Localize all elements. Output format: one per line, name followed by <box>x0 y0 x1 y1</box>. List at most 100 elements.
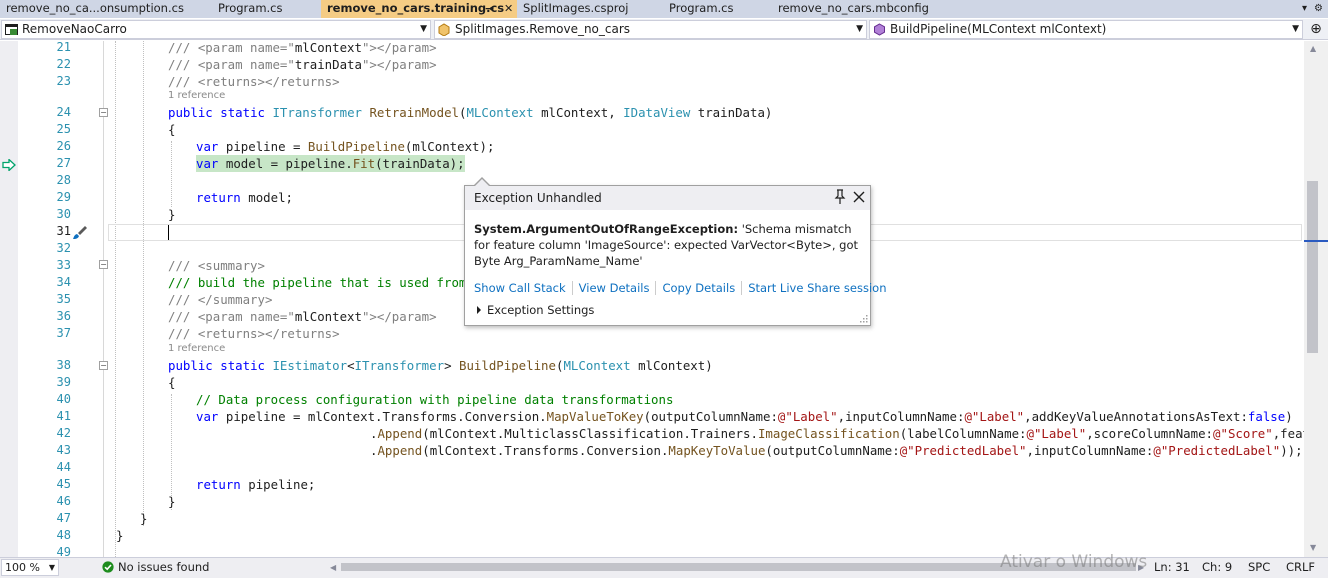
keyword: false <box>1247 409 1286 424</box>
keyword: var <box>196 156 219 171</box>
document-tab-strip: remove_no_ca...onsumption.cs Program.cs … <box>0 0 1328 18</box>
pin-icon[interactable] <box>833 189 847 205</box>
show-call-stack-link[interactable]: Show Call Stack <box>474 281 566 295</box>
type-name: MLContext <box>466 105 534 120</box>
exception-settings-label: Exception Settings <box>487 303 595 317</box>
scrollbar-thumb[interactable] <box>1307 181 1318 353</box>
scroll-left-icon[interactable]: ◀ <box>330 558 336 577</box>
check-circle-icon <box>102 561 114 573</box>
string-literal: @"PredictedLabel" <box>1153 443 1281 458</box>
string-literal: @"Label" <box>1026 426 1087 441</box>
tab-remove-no-cars-mbconfig[interactable]: remove_no_cars.mbconfig <box>772 0 972 18</box>
method-name: BuildPipeline <box>307 139 405 154</box>
identifier: pipeline = <box>225 139 308 154</box>
named-argument: outputColumnName: <box>772 443 900 458</box>
xml-tag: </summary> <box>197 292 273 307</box>
resize-grip-icon[interactable] <box>860 315 868 323</box>
type-name: ITransformer <box>354 358 445 373</box>
issues-indicator[interactable]: No issues found <box>102 558 209 577</box>
quick-actions-brush-icon[interactable] <box>72 225 88 240</box>
activation-watermark: Ativar o Windows <box>1000 552 1148 572</box>
doc-comment: /// <box>168 57 198 72</box>
doc-comment: /// <box>168 309 198 324</box>
codelens-references[interactable]: 1 reference <box>168 89 225 103</box>
project-dropdown[interactable]: RemoveNaoCarro ▼ <box>1 20 431 39</box>
start-live-share-link[interactable]: Start Live Share session <box>748 281 886 295</box>
tab-label: remove_no_cars.training.cs <box>327 1 505 15</box>
csharp-project-icon <box>5 24 18 35</box>
named-argument: labelColumnName: <box>907 426 1027 441</box>
xml-attribute-value: mlContext <box>294 309 362 324</box>
exception-title: Exception Unhandled <box>474 191 602 205</box>
parameter: mlContext) <box>638 358 713 373</box>
scroll-up-icon[interactable]: ▲ <box>1310 44 1316 53</box>
divider <box>741 281 743 295</box>
scroll-down-icon[interactable]: ▼ <box>1310 543 1316 552</box>
line-number: 28 <box>56 173 71 187</box>
column-indicator[interactable]: Ch: 9 <box>1202 558 1232 577</box>
class-icon <box>438 23 450 36</box>
parameter: mlContext, <box>541 105 616 120</box>
brace: { <box>168 375 176 390</box>
divider <box>655 281 657 295</box>
line-number: 49 <box>56 545 71 557</box>
keyword: public <box>168 105 213 120</box>
close-icon[interactable] <box>852 189 866 205</box>
code-line: /// <param name="mlContext"></param> <box>0 41 1304 56</box>
tab-program-cs-1[interactable]: Program.cs <box>212 0 320 18</box>
chevron-down-icon: ▼ <box>856 24 863 34</box>
copy-details-link[interactable]: Copy Details <box>662 281 735 295</box>
brace: } <box>116 528 124 543</box>
xml-tag: <param name=" <box>197 57 295 72</box>
tab-splitimages-csproj[interactable]: SplitImages.csproj <box>517 0 663 18</box>
whitespace-indicator[interactable]: SPC <box>1248 558 1270 577</box>
exception-message: System.ArgumentOutOfRangeException: 'Sch… <box>474 221 859 269</box>
exception-helper-popup: Exception Unhandled System.ArgumentOutOf… <box>464 177 887 326</box>
tab-remove-no-cars-training[interactable]: remove_no_cars.training.cs ⊸ ✕ <box>321 0 517 18</box>
xml-tag: <param name=" <box>197 41 295 55</box>
close-icon[interactable]: ✕ <box>504 0 513 17</box>
keyword: var <box>196 409 219 424</box>
brace: { <box>168 122 176 137</box>
tab-program-cs-2[interactable]: Program.cs <box>663 0 772 18</box>
named-argument: ,scoreColumnName: <box>1086 426 1214 441</box>
identifier: pipeline; <box>248 477 316 492</box>
doc-comment: /// <box>168 326 198 341</box>
codelens-references[interactable]: 1 reference <box>168 342 225 356</box>
string-literal: @"Label" <box>777 409 838 424</box>
split-window-button[interactable]: ⊕ <box>1307 20 1325 39</box>
exception-type: System.ArgumentOutOfRangeException: <box>474 222 739 236</box>
line-indicator[interactable]: Ln: 31 <box>1154 558 1190 577</box>
identifier: (mlContext.Transforms.Conversion. <box>422 443 669 458</box>
code-line: .Append(mlContext.Transforms.Conversion.… <box>370 443 1303 458</box>
type-dropdown[interactable]: SplitImages.Remove_no_cars ▼ <box>434 20 867 39</box>
exception-settings-expander[interactable]: Exception Settings <box>477 302 594 318</box>
xml-tag: "></param> <box>361 309 437 324</box>
punctuation: ) <box>1285 409 1293 424</box>
method-name: Fit <box>352 156 376 171</box>
xml-tag: "></param> <box>361 41 437 55</box>
view-details-link[interactable]: View Details <box>579 281 650 295</box>
line-ending-indicator[interactable]: CRLF <box>1286 558 1315 577</box>
exception-header: Exception Unhandled <box>465 186 870 210</box>
tab-remove-no-cars-consumption[interactable]: remove_no_ca...onsumption.cs <box>0 0 212 18</box>
method-icon <box>874 23 885 36</box>
chevron-down-icon[interactable]: ▾ <box>1302 0 1314 18</box>
divider <box>571 281 573 295</box>
type-name: IDataView <box>623 105 691 120</box>
tab-label: remove_no_cars.mbconfig <box>778 1 929 15</box>
doc-comment: /// <box>168 258 198 273</box>
member-dropdown[interactable]: BuildPipeline(MLContext mlContext) ▼ <box>869 20 1303 39</box>
code-line: } <box>0 527 1304 544</box>
code-line: .Append(mlContext.MulticlassClassificati… <box>0 425 1304 442</box>
code-line: { <box>0 374 1304 391</box>
zoom-dropdown[interactable]: 100 % ▼ <box>1 559 59 576</box>
named-argument: ,addKeyValueAnnotationsAsText: <box>1024 409 1248 424</box>
gear-icon[interactable]: ⚙ <box>1314 0 1326 18</box>
pin-icon[interactable]: ⊸ <box>485 0 494 17</box>
code-line: return pipeline; <box>0 476 1304 493</box>
vertical-scrollbar[interactable]: ▲ ▼ <box>1304 41 1328 557</box>
method-name: Append <box>377 443 423 458</box>
xml-tag: <returns></returns> <box>197 74 340 89</box>
code-line: } <box>0 493 1304 510</box>
